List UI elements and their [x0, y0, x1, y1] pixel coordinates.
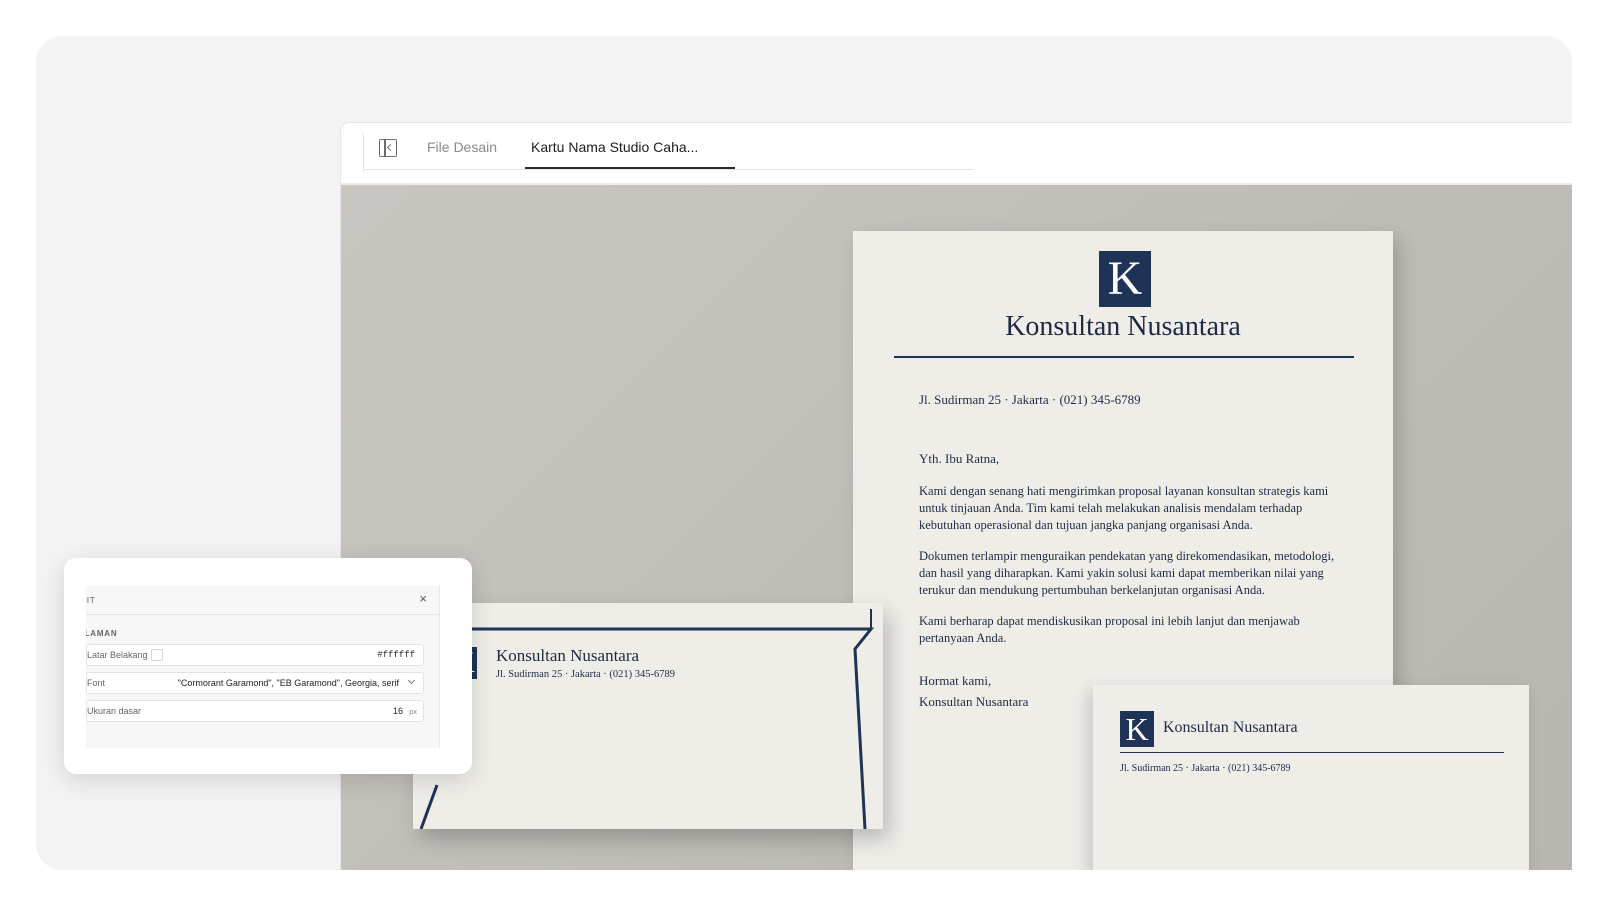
font-value[interactable]: "Cormorant Garamond", "EB Garamond", Geo…	[178, 678, 399, 688]
card-company-name: Konsultan Nusantara	[1163, 719, 1298, 736]
edit-panel-body: DIT × ALAMAN Latar Belakang #ffffff Font…	[86, 586, 440, 748]
prop-label: Ukuran dasar	[87, 706, 142, 716]
panel-title: DIT	[86, 595, 96, 605]
tab-file-desain[interactable]: File Desain	[427, 137, 497, 157]
close-icon[interactable]: ×	[419, 591, 427, 606]
letter-company-name: Konsultan Nusantara	[1005, 311, 1241, 342]
panel-section-heading: ALAMAN	[86, 629, 118, 638]
envelope-address: Jl. Sudirman 25 · Jakarta · (021) 345-67…	[496, 669, 676, 680]
letter-address: Jl. Sudirman 25 · Jakarta · (021) 345-67…	[919, 392, 1141, 407]
tab-kartu-nama[interactable]: Kartu Nama Studio Caha...	[531, 137, 698, 157]
chevron-down-icon[interactable]	[407, 676, 416, 685]
base-size-value[interactable]: 16	[393, 706, 403, 716]
prop-label: Font	[87, 678, 106, 688]
card-rule	[1120, 752, 1504, 753]
prop-label: Latar Belakang	[87, 650, 148, 660]
edit-panel: DIT × ALAMAN Latar Belakang #ffffff Font…	[64, 558, 472, 774]
letter-paragraph: Dokumen terlampir menguraikan pendekatan…	[919, 549, 1335, 597]
unit-label: px	[409, 707, 417, 716]
card-logo-mark: K	[1120, 711, 1154, 747]
color-swatch[interactable]	[151, 649, 163, 661]
design-canvas[interactable]: K Konsultan Nusantara Jl. Sudirman 25 · …	[341, 185, 1572, 870]
app-window: File Desain Kartu Nama Studio Caha... K …	[340, 122, 1572, 870]
letter-salutation: Yth. Ibu Ratna,	[919, 451, 1000, 466]
envelope-mockup[interactable]: K Konsultan Nusantara Jl. Sudirman 25 · …	[413, 603, 883, 829]
letter-header-rule	[894, 356, 1354, 358]
business-card-mockup[interactable]: K Konsultan Nusantara Jl. Sudirman 25 · …	[1093, 685, 1529, 870]
letter-paragraph: Kami dengan senang hati mengirimkan prop…	[919, 484, 1329, 532]
tabbar-divider	[363, 133, 364, 173]
background-color-field[interactable]: Latar Belakang #ffffff	[86, 644, 424, 666]
logo-mark: K	[1099, 251, 1151, 307]
envelope-company-name: Konsultan Nusantara	[496, 646, 640, 665]
panel-header: DIT ×	[86, 586, 439, 615]
envelope-flap-lines	[419, 609, 875, 829]
letter-signature: Konsultan Nusantara	[919, 694, 1029, 709]
sidebar-toggle-icon[interactable]	[379, 139, 397, 157]
tab-bar: File Desain Kartu Nama Studio Caha...	[341, 123, 1572, 185]
base-size-field[interactable]: Ukuran dasar 16 px	[86, 700, 424, 722]
tab-row-line	[363, 169, 973, 170]
card-address: Jl. Sudirman 25 · Jakarta · (021) 345-67…	[1120, 763, 1291, 774]
background-color-value[interactable]: #ffffff	[377, 650, 415, 660]
font-select[interactable]: Font "Cormorant Garamond", "EB Garamond"…	[86, 672, 424, 694]
letter-closing: Hormat kami,	[919, 673, 992, 688]
letter-paragraph: Kami berharap dapat mendiskusikan propos…	[919, 614, 1300, 645]
